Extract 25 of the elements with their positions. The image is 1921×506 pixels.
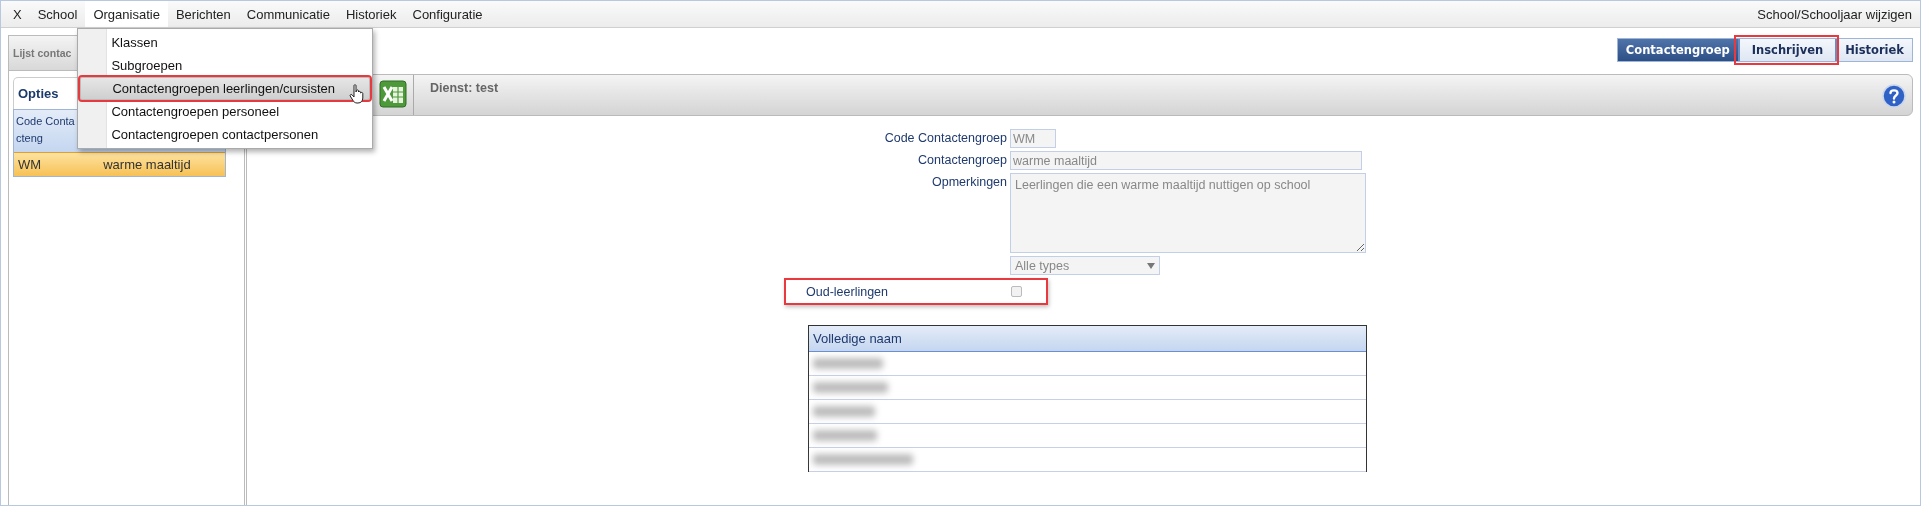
menu-item[interactable]: Configuratie: [404, 1, 491, 27]
menu-item[interactable]: X: [5, 1, 30, 27]
table-cell-text: WM: [17, 157, 43, 172]
help-icon[interactable]: [1882, 84, 1906, 108]
service-label: Dienst: test: [430, 81, 499, 95]
menu-item[interactable]: Berichten: [167, 1, 239, 27]
menu-item[interactable]: School: [29, 1, 86, 27]
hand-cursor-icon: [349, 84, 366, 104]
column-header: Code Contacteng: [16, 114, 76, 146]
table-cell-text: warme maaltijd: [102, 157, 192, 172]
view-tab[interactable]: Contactengroep: [1617, 39, 1738, 61]
list-row[interactable]: WM warme maaltijd: [14, 152, 225, 176]
dropdown-item[interactable]: Contactengroepen contactpersonen: [78, 123, 373, 146]
spreadsheet-icon[interactable]: [379, 80, 407, 108]
menu-item[interactable]: Communicatie: [238, 1, 338, 27]
menu-item[interactable]: Historiek: [337, 1, 405, 27]
field-label: Opmerkingen: [931, 174, 1007, 189]
field-label: Contactengroep: [918, 152, 1007, 167]
view-tab[interactable]: Historiek: [1835, 39, 1912, 61]
checkbox[interactable]: [1011, 286, 1022, 297]
caret-icon: [1147, 262, 1155, 269]
field-label: Code Contactengroep: [884, 130, 1007, 145]
field-label: Oud-leerlingen: [806, 284, 889, 299]
school-year-link[interactable]: School/Schooljaar wijzigen: [1757, 6, 1920, 22]
column-header: Volledige naam: [809, 326, 1366, 352]
